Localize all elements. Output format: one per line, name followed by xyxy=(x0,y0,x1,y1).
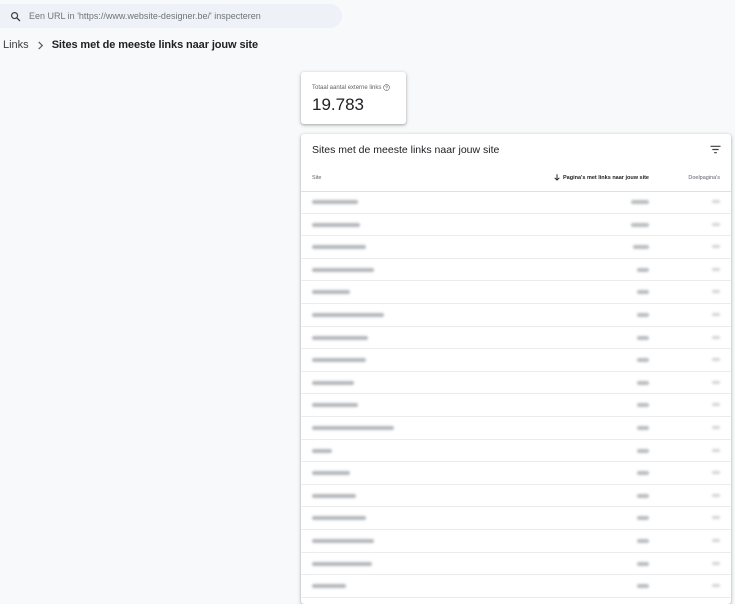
target-value-redacted xyxy=(712,200,720,203)
search-icon xyxy=(9,10,21,22)
table-row[interactable] xyxy=(301,575,731,598)
table-row[interactable] xyxy=(301,327,731,350)
site-value-redacted xyxy=(312,245,366,250)
url-inspect-search[interactable] xyxy=(0,4,342,28)
target-value-redacted xyxy=(712,538,720,542)
pages-value-redacted xyxy=(637,448,649,453)
pages-value-redacted xyxy=(637,425,649,430)
site-value-redacted xyxy=(312,222,360,227)
pages-value-redacted xyxy=(637,290,649,295)
site-value-redacted xyxy=(312,290,350,295)
target-value-redacted xyxy=(712,516,720,520)
site-value-redacted xyxy=(312,267,374,272)
table-row[interactable] xyxy=(301,214,731,237)
target-value-redacted xyxy=(712,448,720,452)
metric-label-wrap: Totaal aantal externe links xyxy=(312,84,391,91)
site-value-redacted xyxy=(312,312,384,317)
site-value-redacted xyxy=(312,471,350,476)
table-row[interactable] xyxy=(301,304,731,327)
site-value-redacted xyxy=(312,335,368,340)
site-value-redacted xyxy=(312,584,346,589)
table-row[interactable] xyxy=(301,281,731,304)
target-value-redacted xyxy=(712,425,720,429)
site-value-redacted xyxy=(312,538,374,543)
target-value-redacted xyxy=(712,403,720,407)
table-row[interactable] xyxy=(301,236,731,259)
site-value-redacted xyxy=(312,200,358,204)
target-value-redacted xyxy=(712,584,720,588)
table-title: Sites met de meeste links naar jouw site xyxy=(312,144,500,156)
site-value-redacted xyxy=(312,425,394,430)
table-row[interactable] xyxy=(301,530,731,553)
table-row[interactable] xyxy=(301,440,731,463)
table-row[interactable] xyxy=(301,191,731,214)
site-value-redacted xyxy=(312,380,354,385)
column-header-target[interactable]: Doelpagina's xyxy=(688,175,720,181)
table-row[interactable] xyxy=(301,394,731,417)
filter-icon[interactable] xyxy=(709,143,721,155)
target-value-redacted xyxy=(712,267,720,271)
target-value-redacted xyxy=(712,358,720,362)
pages-value-redacted xyxy=(637,358,649,363)
target-value-redacted xyxy=(712,245,720,249)
target-value-redacted xyxy=(712,312,720,316)
pages-value-redacted xyxy=(637,561,649,566)
site-value-redacted xyxy=(312,448,332,453)
pages-value-redacted xyxy=(637,335,649,340)
table-row[interactable] xyxy=(301,372,731,395)
url-inspect-input[interactable] xyxy=(29,11,329,21)
target-value-redacted xyxy=(712,561,720,565)
target-value-redacted xyxy=(712,290,720,294)
pages-value-redacted xyxy=(631,222,649,227)
site-value-redacted xyxy=(312,516,366,521)
pages-value-redacted xyxy=(637,516,649,521)
column-header-site[interactable]: Site xyxy=(312,175,321,181)
pages-value-redacted xyxy=(637,493,649,498)
table-rows xyxy=(301,191,731,598)
site-value-redacted xyxy=(312,493,356,498)
arrow-down-icon xyxy=(554,174,560,181)
target-value-redacted xyxy=(712,380,720,384)
column-header-pages-label: Pagina's met links naar jouw site xyxy=(563,174,649,181)
table-row[interactable] xyxy=(301,553,731,576)
site-value-redacted xyxy=(312,561,372,566)
metric-label: Totaal aantal externe links xyxy=(312,84,382,91)
metric-value: 19.783 xyxy=(312,95,364,114)
pages-value-redacted xyxy=(637,584,649,589)
table-row[interactable] xyxy=(301,485,731,508)
table-row[interactable] xyxy=(301,507,731,530)
total-external-links-card: Totaal aantal externe links 19.783 xyxy=(301,72,406,124)
table-row[interactable] xyxy=(301,349,731,372)
target-value-redacted xyxy=(712,222,720,226)
breadcrumb: Links Sites met de meeste links naar jou… xyxy=(3,39,258,51)
table-row[interactable] xyxy=(301,259,731,282)
pages-value-redacted xyxy=(631,200,649,204)
site-value-redacted xyxy=(312,403,358,408)
table-row[interactable] xyxy=(301,462,731,485)
pages-value-redacted xyxy=(637,312,649,317)
table-header: Site Pagina's met links naar jouw site D… xyxy=(301,169,731,192)
column-header-pages[interactable]: Pagina's met links naar jouw site xyxy=(554,174,649,181)
breadcrumb-links[interactable]: Links xyxy=(3,39,29,51)
target-value-redacted xyxy=(712,493,720,497)
page-title: Sites met de meeste links naar jouw site xyxy=(51,39,258,51)
chevron-right-icon xyxy=(37,40,44,50)
pages-value-redacted xyxy=(637,403,649,408)
top-linking-sites-table: Sites met de meeste links naar jouw site… xyxy=(301,134,731,604)
target-value-redacted xyxy=(712,471,720,475)
pages-value-redacted xyxy=(637,267,649,272)
pages-value-redacted xyxy=(637,538,649,543)
pages-value-redacted xyxy=(633,245,649,250)
site-value-redacted xyxy=(312,358,366,363)
help-circle-icon[interactable] xyxy=(383,84,391,91)
pages-value-redacted xyxy=(637,471,649,476)
pages-value-redacted xyxy=(637,380,649,385)
table-row[interactable] xyxy=(301,417,731,440)
target-value-redacted xyxy=(712,335,720,339)
